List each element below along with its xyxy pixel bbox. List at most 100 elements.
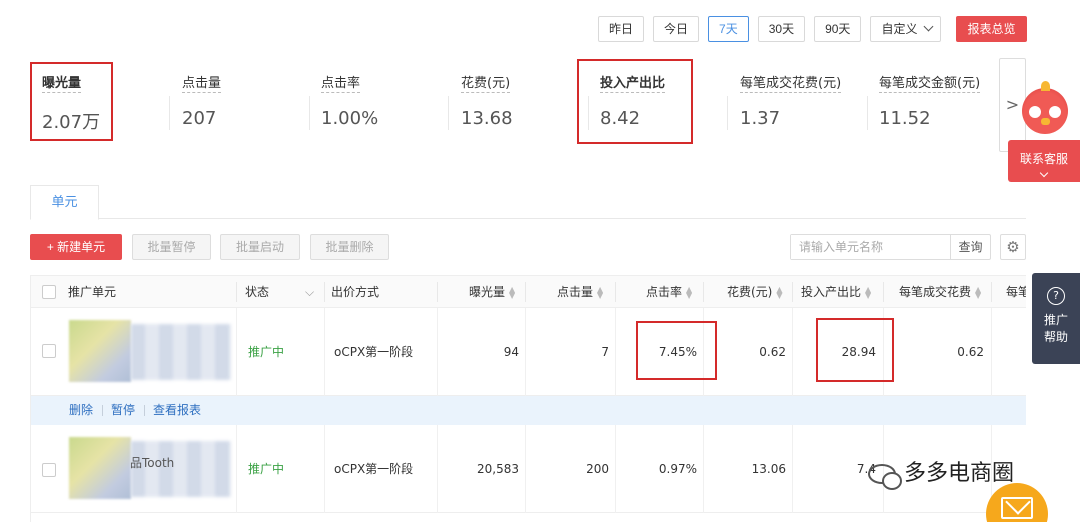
divider — [615, 282, 616, 302]
bid-method: oCPX第一阶段 — [334, 345, 414, 359]
divider — [525, 282, 526, 302]
sort-icon: ▲ ▼ — [686, 284, 693, 300]
promotion-help-panel[interactable]: ? 推广 帮助 — [1032, 273, 1080, 364]
batch-start-button[interactable]: 批量启动 — [220, 234, 300, 260]
divider — [792, 282, 793, 302]
batch-pause-button[interactable]: 批量暂停 — [132, 234, 211, 260]
annotation-box — [30, 62, 113, 141]
date-range-bar: 昨日 今日 7天 30天 90天 自定义 — [598, 16, 950, 42]
watermark: 多多电商圈 — [868, 455, 1015, 490]
divider — [236, 282, 237, 302]
report-overview-button[interactable]: 报表总览 — [956, 16, 1027, 42]
envelope-icon — [1001, 497, 1033, 519]
help-label-line1: 推广 — [1043, 313, 1068, 327]
metric-label: 每笔成交金额(元) — [879, 72, 981, 93]
metric-amount-per-order: 每笔成交金额(元) 11.52 — [867, 62, 1000, 142]
sort-icon: ▲ ▼ — [597, 284, 604, 300]
chevron-down-icon — [924, 21, 934, 32]
status-text: 推广中 — [248, 462, 285, 476]
header-roi-label: 投入产出比 — [801, 285, 862, 299]
status-filter-icon[interactable]: ⌵ — [305, 276, 314, 308]
header-cost-per-order[interactable]: 每笔成交花费 ▲ ▼ — [899, 276, 981, 308]
customer-service-float[interactable]: 联系客服 — [1008, 81, 1080, 182]
divider — [991, 282, 992, 302]
metric-cost-per-order: 每笔成交花费(元) 1.37 — [728, 62, 868, 142]
sort-icon: ▲ ▼ — [975, 284, 982, 300]
range-yesterday-button[interactable]: 昨日 — [598, 16, 645, 42]
header-impressions-label: 曝光量 — [469, 285, 506, 299]
header-truncated: 每笔 — [1006, 285, 1026, 299]
metric-cost: 花费(元) 13.68 — [449, 62, 589, 142]
sort-icon: ▲ ▼ — [776, 284, 783, 300]
product-thumbnail — [69, 437, 131, 499]
metric-value: 207 — [182, 108, 217, 129]
annotation-box — [816, 318, 894, 382]
tab-unit[interactable]: 单元 — [30, 185, 99, 220]
tab-bar: 单元 — [30, 185, 1026, 220]
impressions-value: 20,583 — [477, 462, 519, 476]
row-actions: 删除 暂停 查看报表 — [31, 396, 1026, 425]
header-impressions[interactable]: 曝光量 ▲ ▼ — [469, 276, 515, 308]
question-icon: ? — [1047, 287, 1065, 305]
unit-name-partial: 品Tooth — [130, 456, 175, 470]
metric-value: 11.52 — [879, 108, 931, 129]
annotation-box — [577, 59, 693, 144]
divider — [437, 282, 438, 302]
metric-clicks: 点击量 207 — [170, 62, 310, 142]
header-cpo-label: 每笔成交花费 — [899, 285, 972, 299]
unit-name-blurred — [131, 324, 231, 380]
contact-service-button[interactable]: 联系客服 — [1008, 140, 1080, 182]
divider — [703, 282, 704, 302]
metrics-panel: 曝光量 2.07万 点击量 207 点击率 1.00% 花费(元) 13.68 … — [30, 62, 1000, 142]
range-custom-dropdown[interactable]: 自定义 — [870, 16, 942, 42]
header-cost[interactable]: 花费(元) ▲ ▼ — [727, 276, 783, 308]
header-cost-label: 花费(元) — [727, 285, 773, 299]
range-today-button[interactable]: 今日 — [653, 16, 700, 42]
mascot-icon — [1022, 81, 1068, 134]
roi-value: 7.4 — [856, 462, 876, 476]
sort-icon: ▲ ▼ — [865, 284, 872, 300]
batch-delete-button[interactable]: 批量删除 — [310, 234, 389, 260]
metric-ctr: 点击率 1.00% — [309, 62, 449, 142]
cpo-value: 0.62 — [957, 345, 984, 359]
header-roi[interactable]: 投入产出比 ▲ ▼ — [801, 276, 871, 308]
contact-service-label: 联系客服 — [1019, 152, 1068, 166]
search-input[interactable] — [791, 235, 951, 259]
table-header: 推广单元 状态 ⌵ 出价方式 曝光量 ▲ ▼ 点击量 ▲ ▼ 点击率 ▲ ▼ 花费(元) ▲ ▼… — [31, 275, 1026, 308]
status-text: 推广中 — [248, 345, 285, 359]
row-checkbox[interactable] — [42, 463, 56, 477]
header-clicks[interactable]: 点击量 ▲ ▼ — [557, 276, 603, 308]
watermark-text: 多多电商圈 — [904, 461, 1015, 486]
unit-search: 查询 — [790, 234, 991, 260]
metric-value: 1.00% — [321, 108, 379, 129]
clicks-value: 200 — [586, 462, 609, 476]
metric-label: 点击率 — [321, 72, 361, 93]
row-checkbox[interactable] — [42, 344, 56, 358]
range-90d-button[interactable]: 90天 — [814, 16, 862, 42]
select-all-checkbox[interactable] — [42, 285, 56, 299]
cost-value: 13.06 — [751, 462, 786, 476]
divider — [883, 282, 884, 302]
range-30d-button[interactable]: 30天 — [757, 16, 806, 42]
search-button[interactable]: 查询 — [950, 235, 990, 259]
ctr-value: 0.97% — [658, 462, 697, 476]
range-7d-button[interactable]: 7天 — [708, 16, 749, 42]
gear-icon[interactable]: ⚙ — [1000, 234, 1026, 260]
sort-icon: ▲ ▼ — [509, 284, 516, 300]
metric-label: 花费(元) — [461, 72, 511, 93]
delete-link[interactable]: 删除 — [69, 396, 93, 425]
metric-label: 点击量 — [182, 72, 222, 93]
header-clicks-label: 点击量 — [557, 285, 594, 299]
divider — [324, 282, 325, 302]
header-ctr-label: 点击率 — [646, 285, 683, 299]
clicks-value: 7 — [601, 345, 609, 359]
new-unit-button[interactable]: + 新建单元 — [30, 234, 122, 260]
header-ctr[interactable]: 点击率 ▲ ▼ — [646, 276, 692, 308]
metric-value: 13.68 — [461, 108, 513, 129]
table-toolbar: + 新建单元 批量暂停 批量启动 批量删除 查询 ⚙ — [30, 234, 1026, 262]
header-status: 状态 — [245, 285, 270, 299]
range-custom-label: 自定义 — [881, 22, 918, 36]
wechat-icon — [868, 464, 902, 490]
bid-method: oCPX第一阶段 — [334, 462, 414, 476]
header-unit: 推广单元 — [68, 285, 117, 299]
